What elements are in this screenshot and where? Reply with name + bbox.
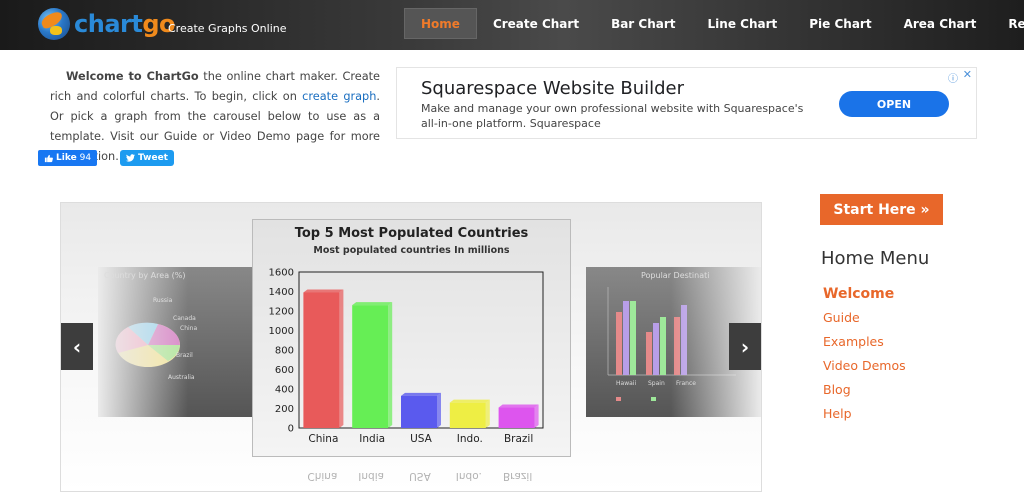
tweet-label: Tweet [138,153,168,163]
y-tick-label: 200 [275,404,294,415]
logo[interactable]: chartgo [38,7,175,41]
ad-title[interactable]: Squarespace Website Builder [421,78,684,99]
tagline: Create Graphs Online [168,22,287,35]
carousel-next-button[interactable]: › [729,323,761,370]
y-tick-label: 1200 [269,307,294,318]
chevron-right-icon: › [740,334,750,359]
like-count: 94 [79,153,92,163]
y-tick-label: 400 [275,385,294,396]
reflection-label: USA [409,470,432,482]
welcome-text: Welcome to ChartGo the online chart make… [50,67,380,167]
welcome-bold: Welcome to ChartGo [66,70,199,83]
like-label: Like [56,153,77,163]
bar-top [401,392,441,396]
left-card-title: Country by Area (%) [104,271,186,280]
ad-info-icon[interactable]: ⓘ [948,70,958,85]
main-nav: Home Create Chart Bar Chart Line Chart P… [404,8,1024,39]
nav-bar-chart[interactable]: Bar Chart [595,8,691,39]
nav-home[interactable]: Home [404,8,477,39]
bar [401,395,437,428]
bar-top [352,302,393,306]
bar-chart: 1600 1400 1200 1000 800 600 400 200 0 China India U… [269,268,544,445]
menu-item-blog[interactable]: Blog [823,381,906,405]
nav-pie-chart[interactable]: Pie Chart [793,8,887,39]
y-tick-label: 1600 [269,268,294,279]
ad-banner[interactable]: Squarespace Website Builder Make and man… [396,67,977,139]
bar-side [388,302,393,428]
bar [449,402,486,428]
bar [303,292,340,428]
ad-open-button[interactable]: OPEN [839,91,949,117]
start-here-button[interactable]: Start Here » [820,194,943,225]
bar-side [534,404,539,428]
nav-area-chart[interactable]: Area Chart [888,8,993,39]
carousel-main-card[interactable]: Top 5 Most Populated Countries Most popu… [252,219,571,457]
menu-item-welcome[interactable]: Welcome [823,285,906,309]
bar-top [303,289,344,293]
facebook-like-button[interactable]: Like 94 [38,150,98,166]
bar-side [437,392,441,428]
reflection-label: India [358,470,384,482]
chart-reflection: China India USA Indo. Brazil [252,459,571,492]
y-tick-label: 0 [288,424,294,435]
logo-globe-icon [38,8,70,40]
logo-text: chartgo [74,10,175,38]
y-tick-label: 1400 [269,287,294,298]
chart-carousel: Russia Canada China Brazil Australia Cou… [60,202,762,492]
y-tick-label: 600 [275,365,294,376]
create-graph-link[interactable]: create graph [302,90,376,103]
bar-top [449,399,490,403]
tweet-button[interactable]: Tweet [120,150,174,166]
fade-overlay [98,267,188,417]
reflection-label: Brazil [503,470,532,482]
carousel-prev-button[interactable]: ‹ [61,323,93,370]
menu-item-examples[interactable]: Examples [823,333,906,357]
right-card-title: Popular Destinati [641,271,710,280]
menu-item-guide[interactable]: Guide [823,309,906,333]
bar-top [498,404,539,408]
bar [498,407,535,428]
x-tick-label: Indo. [457,433,483,445]
nav-result[interactable]: Result [992,8,1024,39]
svg-text:Spain: Spain [648,380,665,387]
menu-item-video-demos[interactable]: Video Demos [823,357,906,381]
x-tick-label: India [359,433,385,445]
chevron-left-icon: ‹ [72,334,82,359]
ad-close-icon[interactable]: ✕ [963,68,972,81]
y-tick-label: 800 [275,346,294,357]
thumbs-up-icon [44,154,53,162]
home-menu-title: Home Menu [821,248,930,269]
bar-side [339,289,344,428]
x-tick-label: China [308,433,338,445]
ad-description: Make and manage your own professional we… [421,102,804,130]
carousel-card-left[interactable]: Russia Canada China Brazil Australia Cou… [98,267,273,417]
home-menu: Welcome Guide Examples Video Demos Blog … [823,285,906,429]
nav-line-chart[interactable]: Line Chart [692,8,794,39]
reflection-labels: China India USA Indo. Brazil [307,470,532,482]
x-tick-label: Brazil [504,433,533,445]
bar [352,305,389,428]
svg-text:Hawaii: Hawaii [616,380,636,387]
y-tick-label: 1000 [269,326,294,337]
nav-create-chart[interactable]: Create Chart [477,8,595,39]
site-header: chartgo Create Graphs Online Home Create… [0,0,1024,50]
twitter-bird-icon [126,154,135,162]
menu-item-help[interactable]: Help [823,405,906,429]
x-tick-label: USA [410,433,433,445]
reflection-label: Indo. [456,470,482,482]
reflection-label: China [307,470,337,482]
bar-side [485,399,490,428]
